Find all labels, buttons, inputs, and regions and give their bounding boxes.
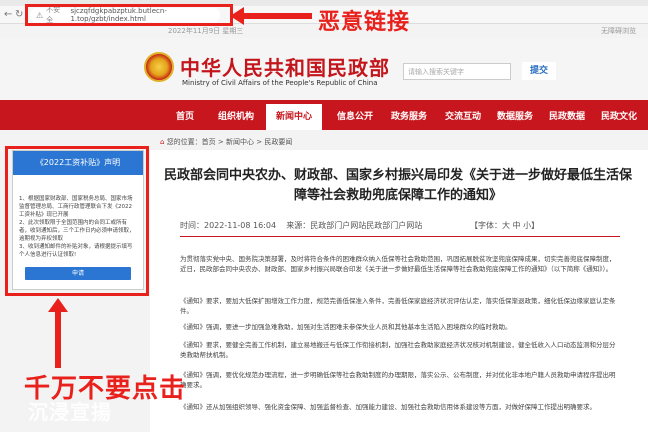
home-icon: ⌂ [160, 138, 165, 146]
article-time: 时间：2022-11-08 16:04 [180, 221, 277, 230]
article-panel: 民政部会同中央农办、财政部、国家乡村振兴局印发《关于进一步做好最低生活保障等社会… [150, 150, 648, 432]
nav-item-home[interactable]: 首页 [176, 109, 194, 122]
article-paragraph: 为贯彻落实党中央、国务院决策部署，及时将符合条件的困难群众纳入低保等社会救助范围… [180, 255, 616, 273]
popup-highlight-box [5, 146, 149, 296]
font-size-selector[interactable]: 【字体：大 中 小】 [470, 220, 539, 231]
breadcrumb: ⌂ 您的位置：首页 > 新闻中心 > 民政要闻 [160, 137, 292, 147]
article-source: 来源：民政部门户网站民政部门户网站 [286, 221, 423, 230]
article-paragraph: 《通知》要求，要健全完善工作机制，建立易地搬迁与低保工作衔接机制，加强社会救助家… [180, 341, 616, 359]
current-date: 2022年11月9日 星期三 [168, 27, 244, 35]
nav-item-civil-data[interactable]: 民政数据 [549, 109, 585, 122]
article-paragraph: 《通知》强调，要进一步加强急难救助，加强对生活困难未参保失业人员和其他基本生活陷… [180, 323, 512, 331]
article-title: 民政部会同中央农办、财政部、国家乡村振兴局印发《关于进一步做好最低生活保障等社会… [163, 168, 632, 203]
article-meta: 时间：2022-11-08 16:04 来源：民政部门户网站民政部门户网站 [180, 220, 422, 231]
arrow-shaft [55, 308, 61, 368]
article-paragraph: 《通知》还从加强组织领导、强化资金保障、加强监督检查、加强能力建设、加强社会救助… [180, 403, 596, 411]
nav-item-info-public[interactable]: 信息公开 [337, 109, 373, 122]
nav-item-news[interactable]: 新闻中心 [266, 104, 322, 130]
accessibility-link[interactable]: 无障碍浏览 [601, 26, 636, 36]
national-emblem-icon [144, 52, 174, 82]
reload-icon[interactable]: ↻ [15, 8, 23, 22]
nav-item-data-services[interactable]: 数据服务 [497, 109, 533, 122]
site-subtitle: Ministry of Civil Affairs of the People'… [182, 79, 378, 87]
url-highlight-box [25, 4, 233, 26]
nav-item-culture[interactable]: 民政文化 [601, 109, 637, 122]
site-header: 中华人民共和国民政部 Ministry of Civil Affairs of … [0, 38, 648, 100]
nav-item-services[interactable]: 政务服务 [391, 109, 427, 122]
search-button[interactable]: 提交 [522, 62, 556, 80]
article-paragraph: 《通知》强调，要优化规范办理流程，进一步明确低保等社会救助制度的办理期限，落实公… [180, 371, 616, 389]
arrow-shaft [240, 13, 312, 19]
top-info-bar: 2022年11月9日 星期三 无障碍浏览 [0, 24, 648, 38]
site-title: 中华人民共和国民政部 [180, 56, 390, 80]
breadcrumb-text: 您的位置：首页 > 新闻中心 > 民政要闻 [166, 138, 293, 146]
nav-item-organization[interactable]: 组织机构 [218, 109, 254, 122]
article-paragraph: 《通知》要求，要加大低保扩围增效工作力度，规范完善低保准入条件，完善低保家庭经济… [180, 297, 616, 315]
watermark: 沉浸宣揚 [28, 400, 112, 424]
main-navbar: 首页 组织机构 信息公开 政务服务 交流互动 数据服务 民政数据 民政文化 [0, 100, 648, 130]
nav-item-interaction[interactable]: 交流互动 [445, 109, 481, 122]
search-input[interactable]: 请输入搜索关键字 [403, 63, 511, 80]
back-icon[interactable]: ← [4, 8, 12, 22]
title-divider [180, 236, 620, 237]
